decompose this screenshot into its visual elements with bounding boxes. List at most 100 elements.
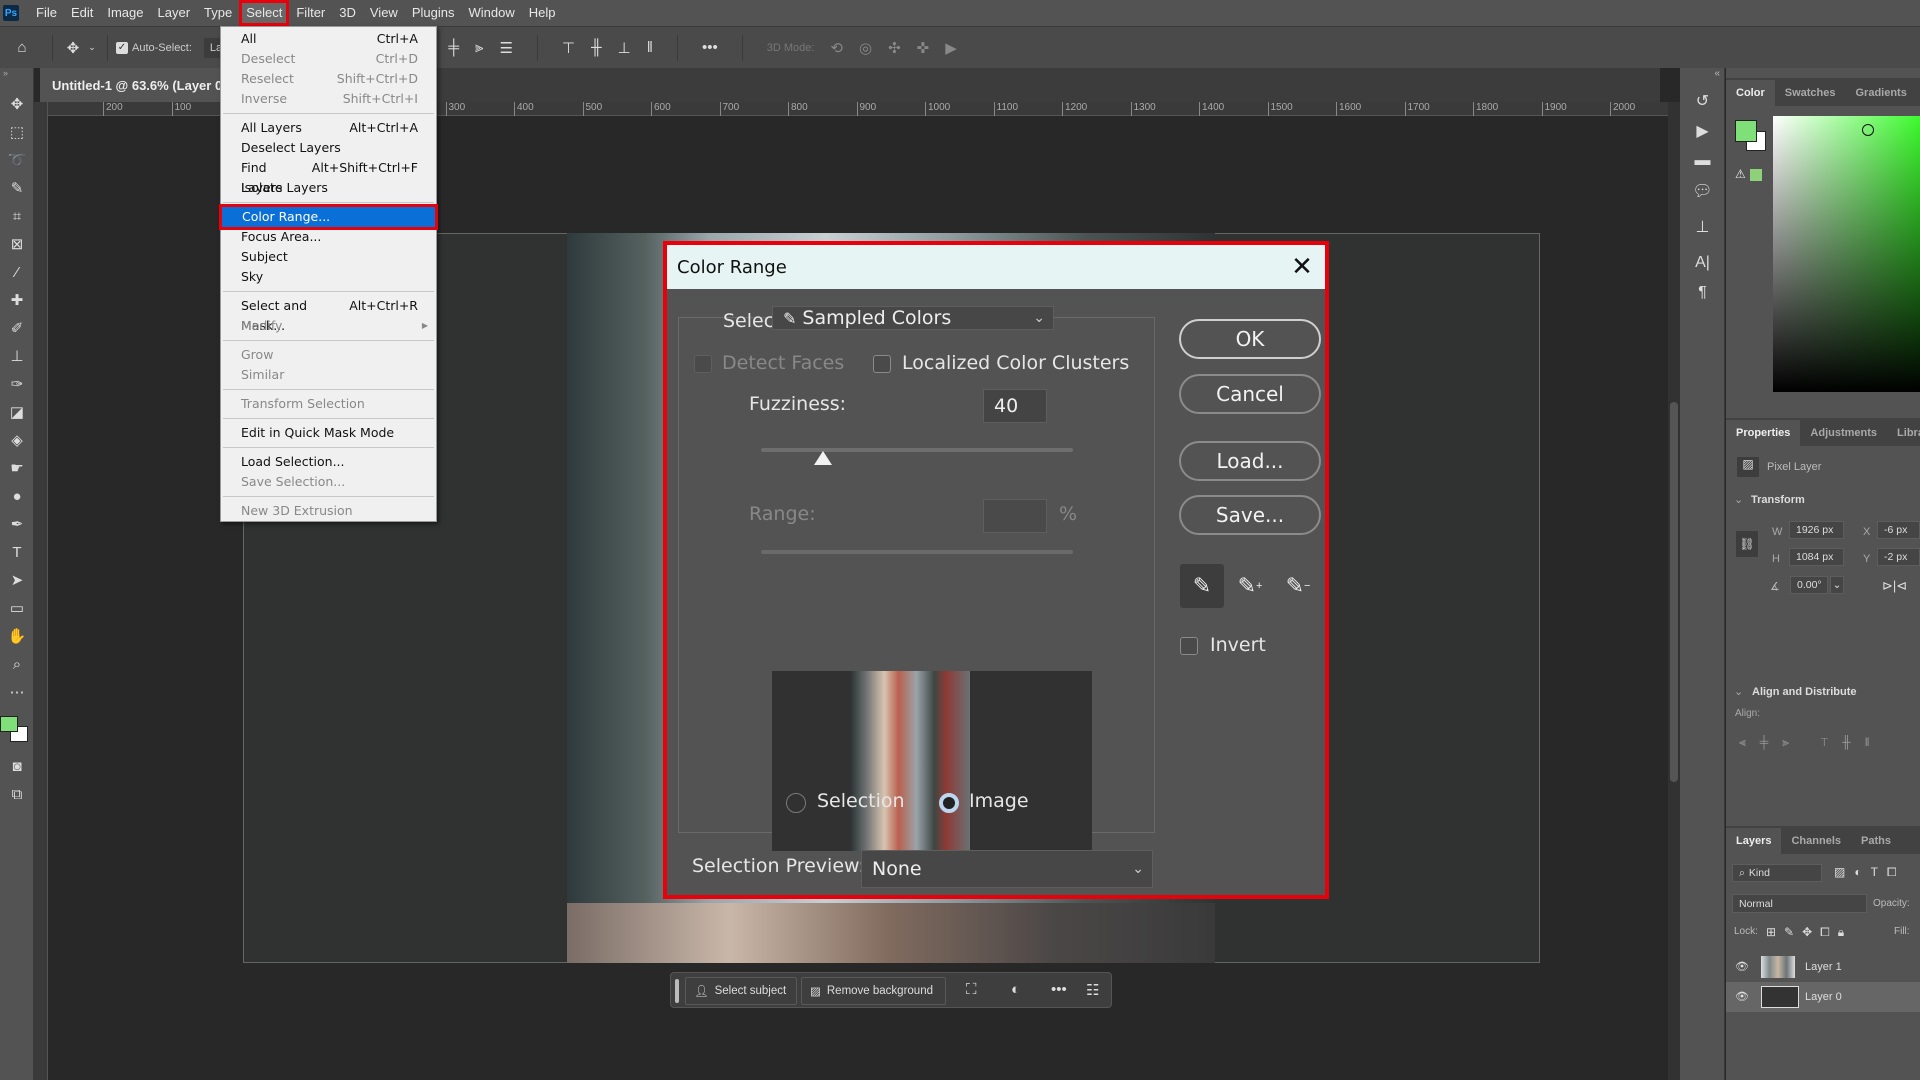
align-center-icon[interactable]: ╪ [448,39,459,56]
crop-tool-icon[interactable]: ⌗ [0,202,34,230]
align-buttons-row[interactable]: ⫷╪⫸ ⊤╫‖ [1739,735,1884,750]
menu-item-save-selection[interactable]: Save Selection... [221,472,436,492]
menu-item-select-and-mask[interactable]: Select and Mask... Alt+Ctrl+R [221,296,436,333]
menu-edit[interactable]: Edit [64,0,100,26]
marquee-tool-icon[interactable]: ⬚ [0,118,34,146]
menu-help[interactable]: Help [522,0,563,26]
document-tab[interactable]: Untitled-1 @ 63.6% (Layer 0, RGB/8) [40,68,225,102]
x-field[interactable]: -6 px [1877,521,1920,539]
menu-item-deselect-layers[interactable]: Deselect Layers [221,138,436,158]
tab-channels[interactable]: Channels [1781,828,1851,854]
close-icon[interactable]: ✕ [1287,252,1317,282]
edit-toolbar-icon[interactable]: ⋯ [0,678,34,706]
height-field[interactable]: 1084 px [1789,548,1844,566]
quick-mask-icon[interactable]: ◙ [0,752,34,780]
align-collapse-icon[interactable]: ⌄ [1734,685,1743,698]
tab-color[interactable]: Color [1726,80,1775,106]
menu-filter[interactable]: Filter [289,0,332,26]
menu-item-new-3d-extrusion[interactable]: New 3D Extrusion [221,501,436,521]
clone-stamp-tool-icon[interactable]: ⊥ [0,342,34,370]
more-icon[interactable]: ••• [1051,981,1067,998]
toolbar-collapse-icon[interactable]: » [0,68,33,90]
range-slider-track[interactable] [761,550,1073,554]
3d-slide-icon[interactable]: ✜ [917,39,930,57]
zoom-tool-icon[interactable]: ⌕ [0,650,34,678]
color-swatches[interactable] [0,706,33,752]
menu-file[interactable]: File [29,0,64,26]
layer-kind-filter[interactable]: ⌕ Kind [1732,864,1822,882]
menu-type[interactable]: Type [197,0,239,26]
menu-item-grow[interactable]: Grow [221,345,436,365]
image-radio[interactable] [939,793,959,813]
smudge-tool-icon[interactable]: ☛ [0,454,34,482]
distribute-vertical-icon[interactable]: ‖ [647,39,653,56]
visibility-eye-icon[interactable]: 👁︎ [1735,990,1749,1003]
3d-roll-icon[interactable]: ◎ [859,39,872,57]
align-middle-icon[interactable]: ╫ [591,39,602,56]
fuzziness-input[interactable]: 40 [983,389,1047,423]
tab-properties[interactable]: Properties [1726,420,1801,446]
tab-adjustments[interactable]: Adjustments [1800,420,1887,446]
remove-background-button[interactable]: ▨ Remove background [801,977,946,1005]
menu-item-edit-in-quick-mask-mode[interactable]: Edit in Quick Mask Mode [221,423,436,443]
eyedropper-add-icon[interactable]: ✎ + [1228,564,1272,608]
character-panel-icon[interactable]: A| [1680,248,1725,278]
select-subject-button[interactable]: 👤︎ Select subject [685,977,797,1005]
clone-source-panel-icon[interactable]: ⊥ [1680,212,1725,242]
menu-item-color-range[interactable]: Color Range... [219,204,438,230]
adjustment-icon[interactable]: ◐ [1011,981,1020,998]
dialog-title-bar[interactable]: Color Range [667,245,1325,289]
width-field[interactable]: 1926 px [1789,521,1844,539]
more-options-icon[interactable]: ••• [702,39,718,56]
tab-libraries[interactable]: Librari [1887,420,1920,446]
menu-select[interactable]: Select [239,0,290,26]
color-picker-field[interactable] [1773,116,1920,392]
menu-item-reselect[interactable]: Reselect Shift+Ctrl+D [221,69,436,89]
panel-foreground-swatch[interactable] [1735,120,1757,142]
load-button[interactable]: Load... [1179,441,1321,481]
menu-item-load-selection[interactable]: Load Selection... [221,452,436,472]
y-field[interactable]: -2 px [1877,548,1920,566]
lock-icons[interactable]: ⊞✎✥⧠🔒︎ [1766,925,1852,940]
frame-tool-icon[interactable]: ⊠ [0,230,34,258]
tab-paths[interactable]: Paths [1851,828,1901,854]
menu-item-focus-area[interactable]: Focus Area... [221,227,436,247]
rectangle-tool-icon[interactable]: ▭ [0,594,34,622]
visibility-eye-icon[interactable]: 👁︎ [1735,960,1749,973]
tool-preset-chevron-icon[interactable]: ⌄ [85,42,99,53]
select-dropdown[interactable]: ✎ Sampled Colors ⌄ [772,306,1054,330]
canvas-vertical-scrollbar[interactable] [1668,102,1680,1080]
menu-item-modify[interactable]: Modify ▶ [221,316,436,336]
brush-tool-icon[interactable]: ✐ [0,314,34,342]
hand-tool-icon[interactable]: ✋ [0,622,34,650]
align-bottom-icon[interactable]: ⊥ [618,39,631,57]
localized-color-clusters-checkbox[interactable] [873,355,891,373]
menu-item-transform-selection[interactable]: Transform Selection [221,394,436,414]
angle-field[interactable]: 0.00° [1790,576,1828,594]
dodge-tool-icon[interactable]: ● [0,482,34,510]
auto-select-checkbox[interactable]: ✓ [116,41,128,54]
paragraph-panel-icon[interactable]: ¶ [1680,278,1725,308]
foreground-color-swatch[interactable] [0,716,18,732]
eraser-tool-icon[interactable]: ◪ [0,398,34,426]
cancel-button[interactable]: Cancel [1179,374,1321,414]
selection-radio[interactable] [786,793,806,813]
menu-3d[interactable]: 3D [332,0,363,26]
ok-button[interactable]: OK [1179,319,1321,359]
menu-item-similar[interactable]: Similar [221,365,436,385]
angle-dropdown-icon[interactable]: ⌄ [1830,576,1844,594]
menu-item-inverse[interactable]: Inverse Shift+Ctrl+I [221,89,436,109]
transform-selection-icon[interactable]: ⛶ [966,981,977,998]
selection-preview-dropdown[interactable]: None ⌄ [861,850,1153,888]
gamut-color-swatch[interactable] [1750,169,1762,181]
menu-item-subject[interactable]: Subject [221,247,436,267]
3d-pan-icon[interactable]: ✣ [888,39,901,57]
plugins-panel-icon[interactable]: ▬ [1680,146,1725,176]
menu-item-find-layers[interactable]: Find Layers Alt+Shift+Ctrl+F [221,158,436,195]
tab-layers[interactable]: Layers [1726,828,1782,854]
scrollbar-thumb[interactable] [1670,402,1678,782]
align-top-icon[interactable]: ⊤ [562,39,575,57]
tab-gradients[interactable]: Gradients [1845,80,1916,106]
screen-mode-icon[interactable]: ⧉ [0,780,34,808]
collapse-panels-icon[interactable]: « [1680,68,1724,86]
